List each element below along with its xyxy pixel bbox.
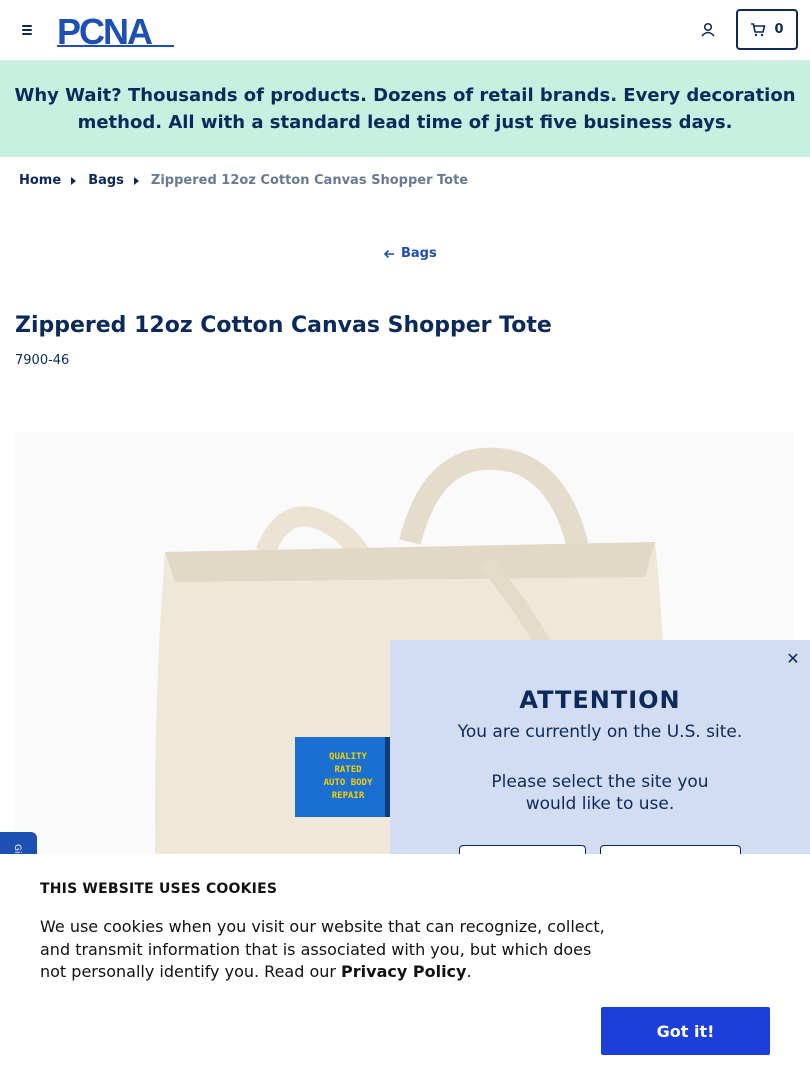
imprint-line-1: QUALITY — [329, 752, 368, 762]
site-header: PCNA 0 — [0, 0, 810, 61]
user-icon[interactable] — [698, 20, 718, 40]
promo-banner: Why Wait? Thousands of products. Dozens … — [0, 61, 810, 157]
breadcrumb-home[interactable]: Home — [19, 173, 61, 188]
cookie-body: We use cookies when you visit our websit… — [40, 917, 605, 981]
breadcrumb-bags[interactable]: Bags — [88, 173, 124, 188]
product-title: Zippered 12oz Cotton Canvas Shopper Tote — [15, 313, 552, 338]
got-it-button[interactable]: Got it! — [601, 1007, 770, 1055]
privacy-policy-link[interactable]: Privacy Policy — [341, 962, 466, 981]
modal-current-site-text: You are currently on the U.S. site. — [457, 722, 743, 742]
product-sku: 7900-46 — [15, 353, 70, 368]
promo-lead: Why Wait? — [14, 85, 122, 106]
caret-right-icon — [71, 176, 77, 185]
back-to-bags-link[interactable]: Bags — [383, 246, 437, 261]
breadcrumb-current: Zippered 12oz Cotton Canvas Shopper Tote — [150, 173, 469, 188]
modal-title: ATTENTION — [519, 686, 681, 714]
imprint-line-2: RATED — [334, 765, 362, 775]
caret-right-icon — [133, 176, 139, 185]
logo-text: PCNA — [57, 14, 153, 48]
pcna-logo[interactable]: PCNA — [57, 14, 177, 48]
cookie-title: THIS WEBSITE USES COOKIES — [40, 881, 278, 897]
imprint-line-3: AUTO BODY — [324, 778, 373, 788]
modal-select-text: Please select the site you would like to… — [491, 772, 709, 814]
site-select-modal — [390, 640, 810, 854]
promo-body: Thousands of products. Dozens of retail … — [77, 85, 796, 133]
side-tab-label: Gi — [12, 844, 22, 854]
cart-icon — [751, 22, 766, 36]
close-icon[interactable]: ✕ — [783, 649, 803, 668]
imprint-line-4: REPAIR — [332, 791, 365, 801]
cookie-text: We use cookies when you visit our websit… — [40, 916, 610, 984]
cookie-period: . — [466, 962, 472, 981]
breadcrumb: Home Bags Zippered 12oz Cotton Canvas Sh… — [19, 173, 468, 188]
cart-button[interactable]: 0 — [736, 9, 798, 50]
promo-text: Why Wait? Thousands of products. Dozens … — [12, 82, 798, 136]
cart-count: 0 — [774, 22, 784, 37]
hamburger-menu-icon[interactable] — [18, 20, 38, 40]
arrow-left-icon — [383, 249, 394, 258]
back-link-label: Bags — [401, 246, 437, 261]
